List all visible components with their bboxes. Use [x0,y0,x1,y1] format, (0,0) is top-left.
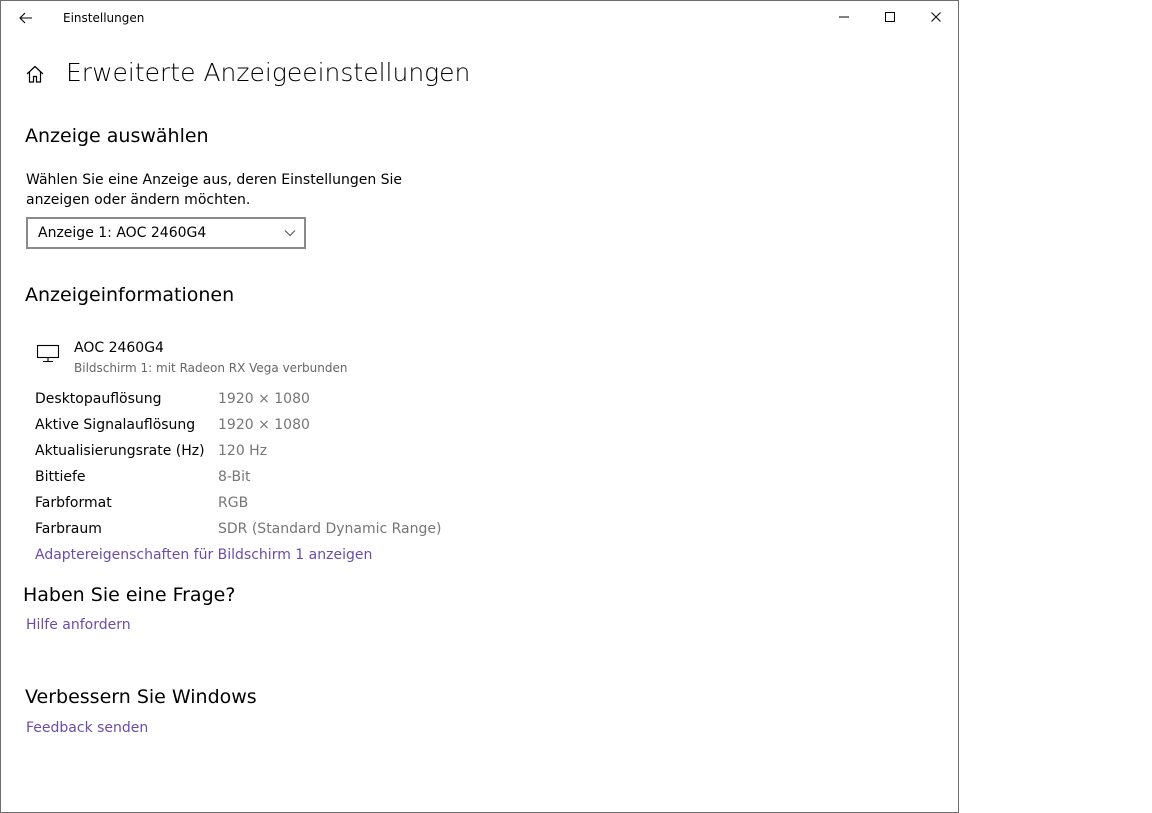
display-dropdown[interactable]: Anzeige 1: AOC 2460G4 [26,217,306,249]
info-row-color-space: Farbraum SDR (Standard Dynamic Range) [35,521,535,543]
improve-windows-heading: Verbessern Sie Windows [25,686,257,708]
info-row-active-signal-resolution: Aktive Signalauflösung 1920 × 1080 [35,417,535,439]
info-row-bit-depth: Bittiefe 8-Bit [35,469,535,491]
title-bar: Einstellungen [1,1,958,34]
info-value: RGB [218,495,249,511]
monitor-icon [36,344,60,363]
maximize-button[interactable] [867,1,913,33]
info-label: Farbformat [35,495,112,511]
info-label: Aktualisierungsrate (Hz) [35,443,205,459]
info-value: SDR (Standard Dynamic Range) [218,521,442,537]
info-row-desktop-resolution: Desktopauflösung 1920 × 1080 [35,391,535,413]
settings-window: Einstellungen Erweiterte Anzeigeeinstell… [0,0,959,813]
info-row-refresh-rate: Aktualisierungsrate (Hz) 120 Hz [35,443,535,465]
close-button[interactable] [913,1,958,33]
info-value: 8-Bit [218,469,251,485]
back-button[interactable] [11,5,41,31]
display-dropdown-value: Anzeige 1: AOC 2460G4 [38,225,207,241]
faq-heading: Haben Sie eine Frage? [23,584,236,606]
adapter-properties-link[interactable]: Adaptereigenschaften für Bildschirm 1 an… [35,547,372,563]
home-button[interactable] [25,64,45,84]
info-value: 1920 × 1080 [218,391,310,407]
get-help-link[interactable]: Hilfe anfordern [26,617,131,633]
info-row-color-format: Farbformat RGB [35,495,535,517]
page-title: Erweiterte Anzeigeeinstellungen [66,58,471,87]
monitor-name: AOC 2460G4 [74,340,164,356]
minimize-button[interactable] [821,1,867,33]
home-icon [26,65,44,83]
app-title: Einstellungen [63,11,145,25]
minimize-icon [839,16,849,18]
info-label: Bittiefe [35,469,86,485]
info-label: Desktopauflösung [35,391,162,407]
close-icon [931,12,941,22]
arrow-left-icon [19,12,32,24]
info-value: 1920 × 1080 [218,417,310,433]
info-label: Aktive Signalauflösung [35,417,196,433]
select-display-description: Wählen Sie eine Anzeige aus, deren Einst… [26,172,403,208]
info-value: 120 Hz [218,443,268,459]
maximize-icon [885,12,895,22]
display-info-heading: Anzeigeinformationen [25,284,235,306]
select-display-heading: Anzeige auswählen [25,125,209,147]
info-label: Farbraum [35,521,102,537]
send-feedback-link[interactable]: Feedback senden [26,720,148,736]
chevron-down-icon [284,230,296,237]
monitor-subtitle: Bildschirm 1: mit Radeon RX Vega verbund… [74,361,348,375]
